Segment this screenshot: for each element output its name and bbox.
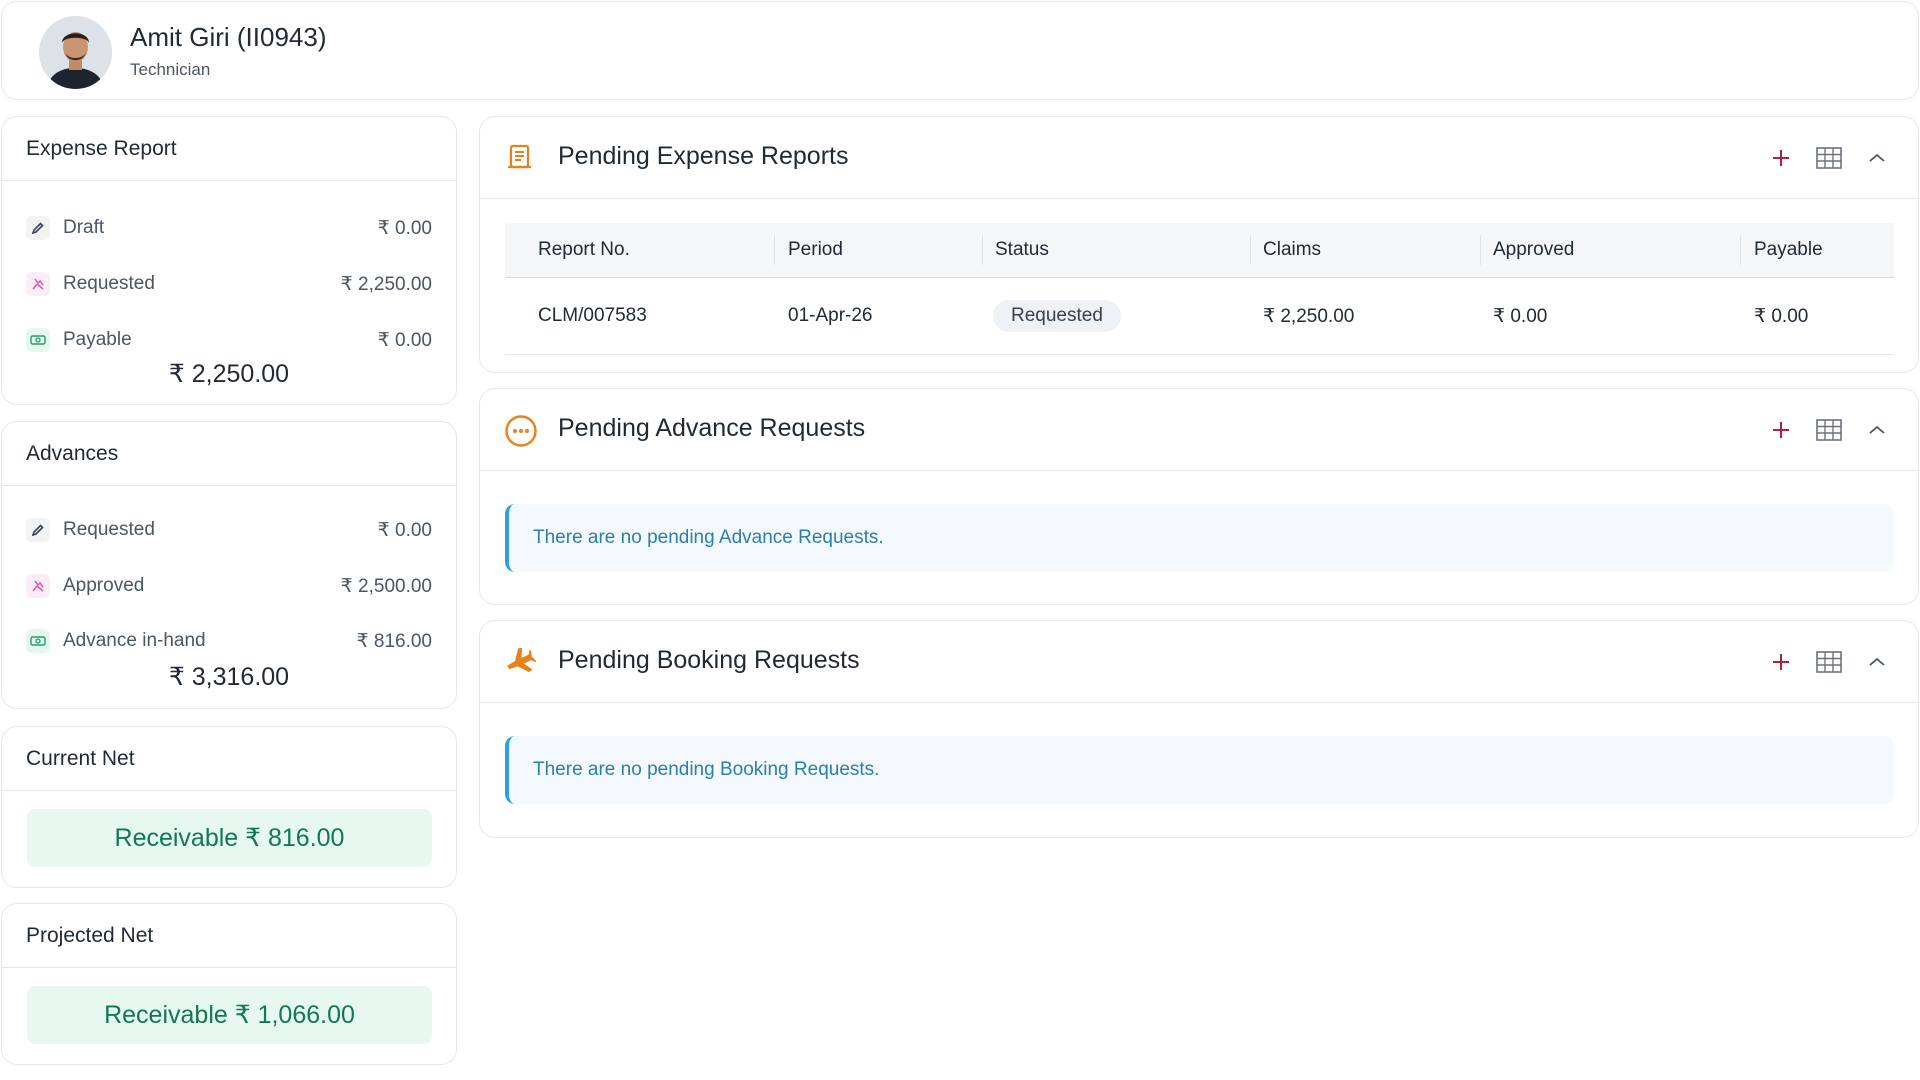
advances-row-approved[interactable]: Approved ₹ 2,500.00 — [26, 571, 432, 601]
pending-expense-panel: Pending Expense Reports Report No. Perio… — [479, 116, 1919, 373]
pending-advance-panel: Pending Advance Requests There are no pe… — [479, 388, 1919, 605]
expense-row-label: Requested — [63, 273, 155, 294]
pencil-icon — [26, 518, 50, 542]
table-header-row: Report No. Period Status Claims Approved… — [505, 223, 1894, 278]
expense-row-label: Payable — [63, 329, 132, 350]
pending-expense-header: Pending Expense Reports — [480, 117, 1918, 199]
hand-icon — [26, 574, 50, 598]
current-net-value: Receivable ₹ 816.00 — [27, 809, 432, 867]
column-header-report-no[interactable]: Report No. — [538, 239, 630, 261]
expense-row-value: ₹ 0.00 — [377, 217, 432, 239]
column-divider — [774, 235, 775, 265]
pending-booking-actions — [1766, 647, 1892, 677]
column-header-approved[interactable]: Approved — [1493, 239, 1574, 261]
expense-row-requested[interactable]: Requested ₹ 2,250.00 — [26, 269, 432, 299]
advances-total: ₹ 3,316.00 — [168, 663, 290, 691]
empty-state-message: There are no pending Booking Requests. — [505, 736, 1894, 804]
pending-booking-panel: Pending Booking Requests There are no pe… — [479, 620, 1919, 838]
chevron-up-icon[interactable] — [1862, 143, 1892, 173]
chevron-up-icon[interactable] — [1862, 415, 1892, 445]
column-header-claims[interactable]: Claims — [1263, 239, 1321, 261]
profile-role: Technician — [130, 60, 211, 79]
pending-expense-actions — [1766, 143, 1892, 173]
advances-row-value: ₹ 0.00 — [377, 519, 432, 541]
plus-icon[interactable] — [1766, 143, 1796, 173]
plus-icon[interactable] — [1766, 415, 1796, 445]
column-divider — [982, 235, 983, 265]
pencil-icon — [26, 216, 50, 240]
plus-icon[interactable] — [1766, 647, 1796, 677]
pending-advance-header: Pending Advance Requests — [480, 389, 1918, 471]
cell-period: 01-Apr-26 — [788, 305, 873, 326]
current-net-card: Current Net Receivable ₹ 816.00 — [1, 726, 457, 888]
expense-report-total: ₹ 2,250.00 — [168, 360, 290, 388]
advances-row-label: Approved — [63, 575, 145, 596]
expense-report-title: Expense Report — [2, 117, 456, 181]
chat-bubble-icon — [504, 414, 537, 447]
cash-icon — [26, 629, 50, 653]
column-header-payable[interactable]: Payable — [1754, 239, 1823, 261]
pending-expense-table: Report No. Period Status Claims Approved… — [505, 223, 1894, 355]
column-header-period[interactable]: Period — [788, 239, 843, 261]
cell-approved: ₹ 0.00 — [1493, 305, 1548, 327]
expense-report-card: Expense Report Draft ₹ 0.00 Requested ₹ … — [1, 116, 457, 405]
cell-payable: ₹ 0.00 — [1754, 305, 1809, 327]
chevron-up-icon[interactable] — [1862, 647, 1892, 677]
column-header-status[interactable]: Status — [995, 239, 1049, 261]
current-net-title: Current Net — [2, 727, 456, 791]
pending-expense-title: Pending Expense Reports — [558, 142, 849, 170]
profile-card: Amit Giri (II0943) Technician — [1, 1, 1919, 100]
cell-report-no[interactable]: CLM/007583 — [538, 305, 647, 327]
advances-row-requested[interactable]: Requested ₹ 0.00 — [26, 515, 432, 545]
airplane-icon — [504, 646, 537, 678]
hand-icon — [26, 272, 50, 296]
projected-net-title: Projected Net — [2, 904, 456, 968]
advances-row-value: ₹ 816.00 — [356, 630, 432, 652]
projected-net-value: Receivable ₹ 1,066.00 — [27, 986, 432, 1044]
column-divider — [1480, 235, 1481, 265]
avatar[interactable] — [39, 16, 112, 89]
table-grid-icon[interactable] — [1814, 415, 1844, 445]
expense-row-payable[interactable]: Payable ₹ 0.00 — [26, 325, 432, 355]
receipt-icon — [504, 142, 536, 174]
empty-state-message: There are no pending Advance Requests. — [505, 504, 1894, 572]
pending-booking-header: Pending Booking Requests — [480, 621, 1918, 703]
advances-row-label: Advance in-hand — [63, 630, 206, 651]
expense-row-value: ₹ 2,250.00 — [340, 273, 432, 295]
table-grid-icon[interactable] — [1814, 143, 1844, 173]
advances-row-value: ₹ 2,500.00 — [340, 575, 432, 597]
advances-row-label: Requested — [63, 519, 155, 540]
pending-advance-actions — [1766, 415, 1892, 445]
advances-row-in-hand[interactable]: Advance in-hand ₹ 816.00 — [26, 626, 432, 656]
status-badge: Requested — [993, 300, 1121, 332]
advances-title: Advances — [2, 422, 456, 486]
advances-card: Advances Requested ₹ 0.00 Approved ₹ 2,5… — [1, 421, 457, 709]
cash-icon — [26, 328, 50, 352]
pending-booking-title: Pending Booking Requests — [558, 646, 860, 674]
column-divider — [1250, 235, 1251, 265]
profile-name: Amit Giri (II0943) — [130, 22, 327, 52]
projected-net-card: Projected Net Receivable ₹ 1,066.00 — [1, 903, 457, 1065]
pending-advance-title: Pending Advance Requests — [558, 414, 866, 442]
expense-row-value: ₹ 0.00 — [377, 329, 432, 351]
expense-row-draft[interactable]: Draft ₹ 0.00 — [26, 213, 432, 243]
column-divider — [1740, 235, 1741, 265]
table-grid-icon[interactable] — [1814, 647, 1844, 677]
expense-row-label: Draft — [63, 217, 105, 238]
table-row[interactable]: CLM/007583 01-Apr-26 Requested ₹ 2,250.0… — [505, 278, 1894, 355]
cell-claims: ₹ 2,250.00 — [1263, 305, 1355, 327]
